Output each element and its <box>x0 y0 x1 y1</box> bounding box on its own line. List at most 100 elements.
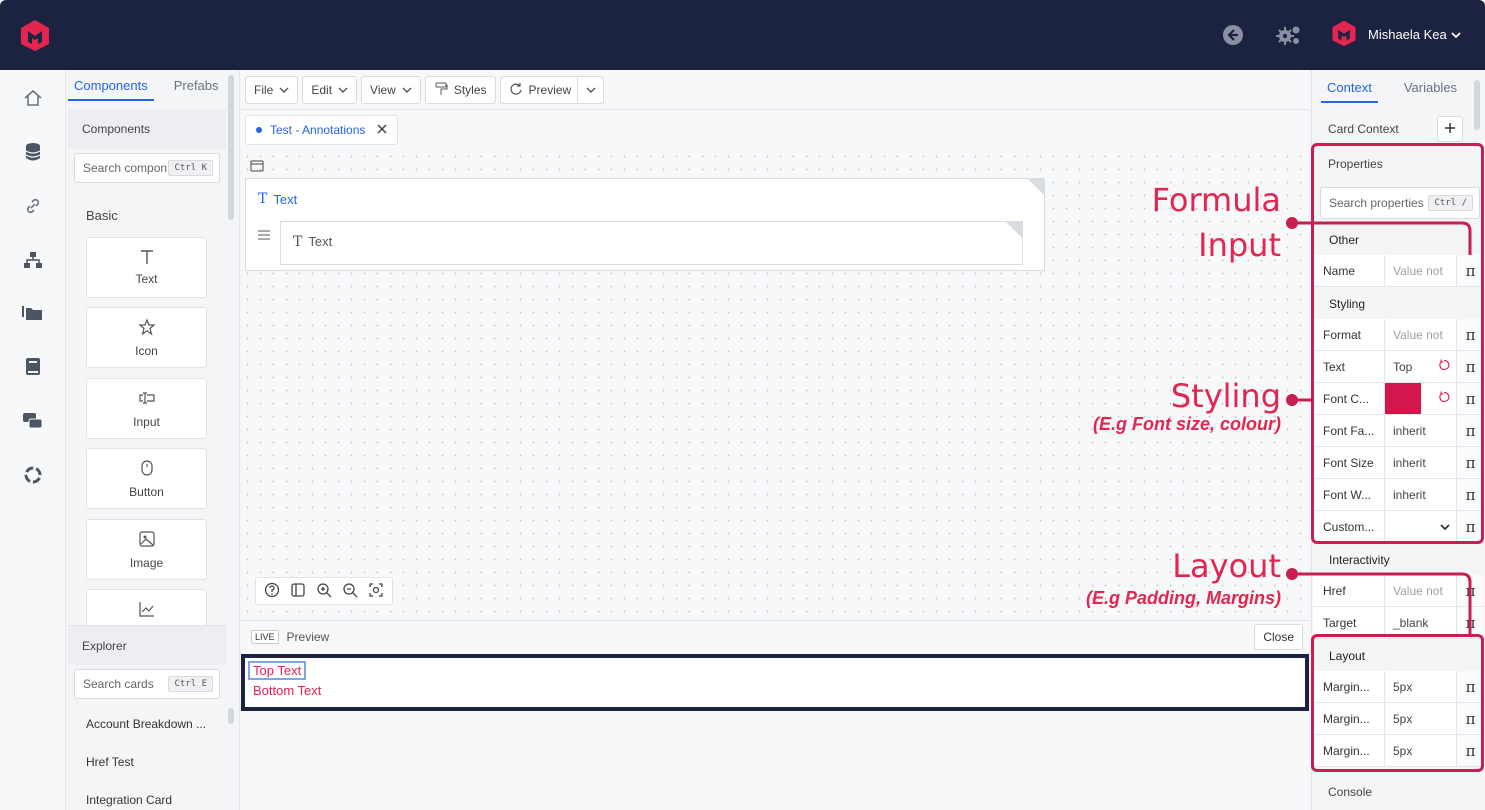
chevron-down-icon <box>402 83 412 97</box>
chart-icon <box>87 600 206 620</box>
resize-corner[interactable] <box>1028 179 1044 195</box>
component-text-label: Text <box>135 272 158 286</box>
mouse-icon <box>87 459 206 479</box>
layout-annotation-title: Layout <box>1172 547 1281 585</box>
component-text[interactable]: Text <box>86 237 207 298</box>
zoom-out-icon[interactable] <box>342 582 358 601</box>
preview-title: Preview <box>286 629 330 644</box>
console-label[interactable]: Console <box>1328 785 1372 799</box>
components-panel: Components Prefabs Components Search com… <box>68 70 240 810</box>
drag-handle-icon[interactable] <box>258 229 270 243</box>
user-menu[interactable]: Mishaela Kea <box>1330 18 1461 51</box>
formula-annotation-line2: Input <box>1198 226 1281 264</box>
styling-annotation-title: Styling <box>1170 377 1281 415</box>
component-button[interactable]: Button <box>86 448 207 509</box>
explorer-scrollbar[interactable] <box>228 708 234 724</box>
cards-search-shortcut: Ctrl E <box>168 676 213 692</box>
right-panel-scrollbar[interactable] <box>1474 80 1480 130</box>
cards-search-input[interactable]: Search cards Ctrl E <box>74 669 220 699</box>
toolbar-divider <box>241 109 1309 110</box>
components-search-placeholder: Search compon <box>83 161 168 175</box>
component-image-label: Image <box>129 556 164 570</box>
card-context-label: Card Context <box>1328 122 1399 136</box>
preview-bottom-text[interactable]: Bottom Text <box>253 683 321 698</box>
view-label: View <box>370 83 396 97</box>
tab-components[interactable]: Components <box>68 78 154 101</box>
card-container[interactable]: T Text T Text <box>245 178 1045 271</box>
annotation-highlight-box <box>1311 143 1484 544</box>
cards-search-placeholder: Search cards <box>83 677 154 691</box>
layout-annotation-subtitle: (E.g Padding, Margins) <box>1085 588 1281 608</box>
editor-file-tab[interactable]: Test - Annotations <box>245 115 399 145</box>
link-icon[interactable] <box>22 195 44 217</box>
view-menu-button[interactable]: View <box>361 76 421 104</box>
user-name: Mishaela Kea <box>1368 27 1447 42</box>
styling-annotation-connector <box>1286 394 1312 406</box>
component-icon[interactable]: Icon <box>86 307 207 368</box>
preview-dropdown-chevron-icon[interactable] <box>577 77 603 103</box>
tab-context[interactable]: Context <box>1321 80 1378 103</box>
styling-annotation-subtitle: (E.g Font size, colour) <box>1093 414 1281 434</box>
text-t-icon: T <box>258 191 268 207</box>
component-input[interactable]: Input <box>86 378 207 439</box>
resize-corner[interactable] <box>1006 222 1022 238</box>
edit-label: Edit <box>311 83 333 97</box>
component-image[interactable]: Image <box>86 519 207 580</box>
sidebar-toggle-icon[interactable] <box>290 582 306 601</box>
text-t-icon: T <box>293 234 303 250</box>
card-list-item[interactable]: Account Breakdown ... <box>86 717 206 731</box>
inner-text-row: T Text <box>293 234 332 250</box>
file-tab-label: Test - Annotations <box>270 123 366 137</box>
add-context-button[interactable] <box>1437 116 1463 142</box>
card-list-item[interactable]: Href Test <box>86 755 134 769</box>
help-lifebuoy-icon[interactable] <box>22 464 44 486</box>
layout-annotation-connector <box>1286 568 1472 636</box>
chat-icon[interactable] <box>22 410 44 432</box>
back-arrow-icon[interactable] <box>1222 24 1244 49</box>
paint-roller-icon <box>434 82 448 99</box>
styles-label: Styles <box>453 83 487 97</box>
live-badge: LIVE <box>251 629 279 644</box>
home-icon[interactable] <box>22 87 44 109</box>
refresh-icon <box>509 82 523 99</box>
editor-toolbar: File Edit View Styles Preview <box>245 76 605 104</box>
annotation-highlight-box <box>1311 634 1484 772</box>
folders-icon[interactable] <box>22 302 44 324</box>
live-preview-content: Top Text Bottom Text <box>245 658 1305 707</box>
outer-text-label: Text <box>273 191 298 207</box>
database-icon[interactable] <box>22 141 44 163</box>
zoom-in-icon[interactable] <box>316 582 332 601</box>
components-search-input[interactable]: Search compon Ctrl K <box>74 153 220 183</box>
left-nav-rail <box>0 70 66 810</box>
preview-top-text[interactable]: Top Text <box>248 661 307 680</box>
zoom-controls <box>255 577 393 605</box>
tab-prefabs[interactable]: Prefabs <box>168 78 225 101</box>
book-icon[interactable] <box>22 356 44 378</box>
formula-annotation-line1: Formula <box>1151 181 1281 219</box>
editor-area: File Edit View Styles Preview Test - Ann… <box>241 70 1309 810</box>
preview-header: LIVE Preview Close <box>241 620 1309 652</box>
tab-variables[interactable]: Variables <box>1398 80 1463 103</box>
chevron-down-icon <box>338 83 348 97</box>
preview-button[interactable]: Preview <box>499 76 605 104</box>
card-list-item[interactable]: Integration Card <box>86 793 172 807</box>
component-chart[interactable] <box>86 589 207 625</box>
edit-menu-button[interactable]: Edit <box>302 76 358 104</box>
component-icon-label: Icon <box>135 344 158 358</box>
help-circle-icon[interactable] <box>264 582 280 601</box>
styles-button[interactable]: Styles <box>424 76 496 104</box>
inner-text-component[interactable]: T Text <box>280 221 1023 265</box>
fit-to-screen-icon[interactable] <box>368 582 384 601</box>
settings-gears-icon[interactable] <box>1275 24 1303 49</box>
components-scrollbar[interactable] <box>228 75 234 220</box>
hierarchy-icon[interactable] <box>22 249 44 271</box>
input-cursor-icon <box>87 389 206 409</box>
user-avatar-icon <box>1330 18 1358 51</box>
app-logo-icon[interactable] <box>18 18 52 55</box>
chevron-down-icon <box>1451 27 1461 42</box>
outer-text-component[interactable]: T Text <box>258 191 297 207</box>
explorer-section-header: Explorer <box>68 625 226 665</box>
file-menu-button[interactable]: File <box>245 76 299 104</box>
close-icon[interactable] <box>377 123 387 137</box>
card-frame-icon[interactable] <box>250 160 264 175</box>
